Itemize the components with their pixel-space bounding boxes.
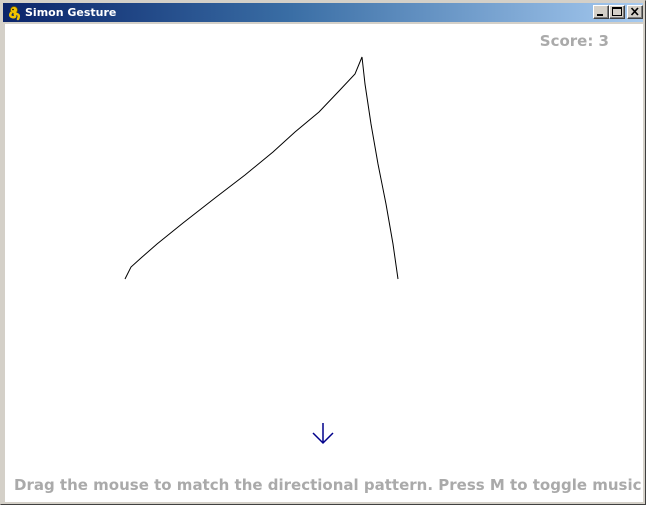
close-button[interactable] [627,5,643,19]
maximize-button[interactable] [609,5,625,19]
arrow-down-icon [312,423,334,445]
minimize-button[interactable] [593,5,609,19]
pygame-snake-icon [8,6,21,21]
game-canvas[interactable]: Score: 3 Drag the mouse to match the dir… [5,24,643,502]
instructions-text: Drag the mouse to match the directional … [14,476,643,494]
window-title: Simon Gesture [25,6,117,19]
title-bar[interactable]: Simon Gesture [3,3,643,22]
maximize-icon [612,7,622,16]
minimize-icon [597,14,603,16]
app-window: Simon Gesture Score: 3 Drag the mouse to… [0,0,646,505]
gesture-trail-line [124,56,399,280]
close-icon [630,7,639,16]
